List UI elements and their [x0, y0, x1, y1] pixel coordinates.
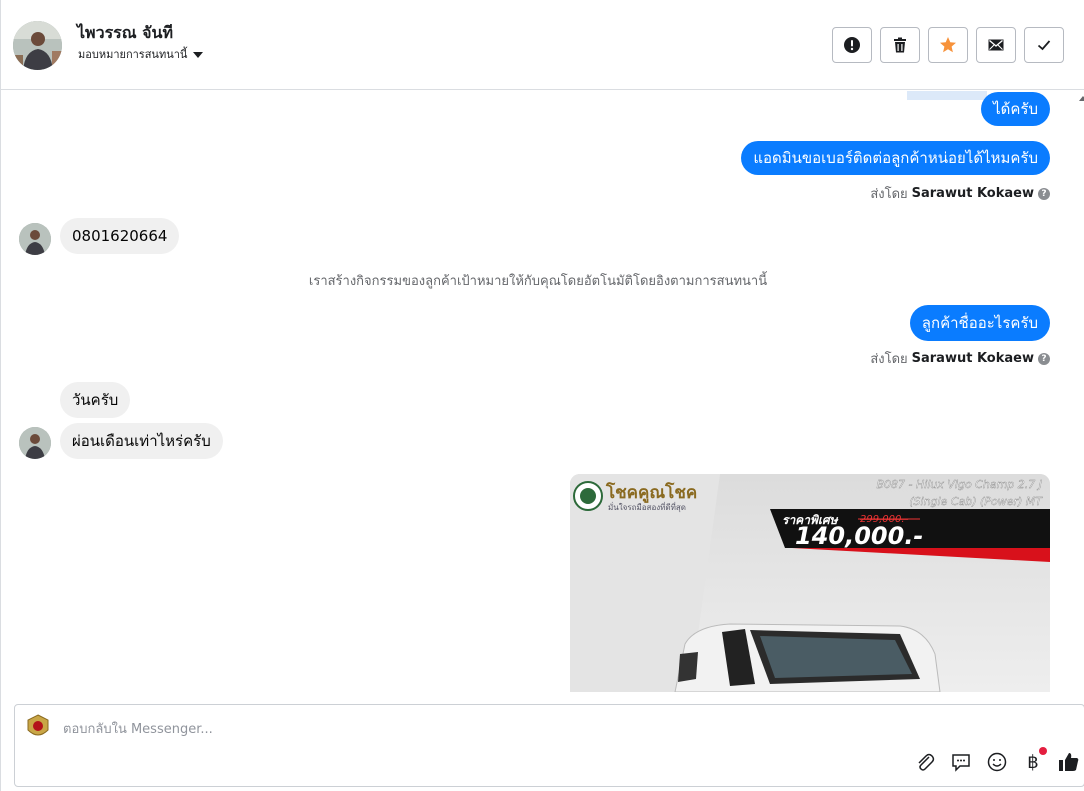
paperclip-icon	[918, 753, 935, 771]
contact-avatar[interactable]	[13, 21, 62, 70]
contact-name[interactable]: ไพวรรณ จันที	[77, 21, 173, 46]
incoming-message[interactable]: ผ่อนเดือนเท่าไหร่ครับ	[60, 423, 223, 459]
page-avatar	[25, 713, 51, 741]
sent-by-label: ส่งโดย Sarawut Kokaew ?	[870, 348, 1050, 369]
payment-button[interactable]: ฿	[1022, 747, 1047, 773]
baht-icon: ฿	[1027, 751, 1039, 773]
thumbs-up-icon	[1059, 753, 1079, 771]
question-icon[interactable]: ?	[1038, 187, 1050, 200]
sent-by-prefix: ส่งโดย	[870, 187, 908, 202]
brand-name: โชคคูณโชค	[605, 482, 697, 504]
emoji-button[interactable]	[986, 751, 1008, 773]
conversation-actions	[832, 27, 1064, 63]
mark-unread-button[interactable]	[976, 27, 1016, 63]
incoming-message[interactable]: 0801620664	[60, 218, 180, 254]
sent-by-prefix: ส่งโดย	[870, 352, 908, 367]
previous-bubble-edge	[907, 91, 987, 100]
outgoing-message[interactable]: แอดมินขอเบอร์ติดต่อลูกค้าหน่อยได้ไหมครับ	[741, 141, 1050, 175]
like-button[interactable]	[1058, 751, 1080, 773]
brand-tagline: มั่นใจรถมือสองที่ดีที่สุด	[608, 501, 686, 512]
saved-replies-button[interactable]	[950, 751, 972, 773]
inbox-conversation: ไพวรรณ จันที มอบหมายการสนทนานี้ ได้ครับ …	[0, 0, 1084, 791]
composer-tools: ฿	[914, 747, 1084, 773]
assign-label: มอบหมายการสนทนานี้	[78, 48, 188, 61]
mark-done-button[interactable]	[1024, 27, 1064, 63]
notification-dot	[1039, 747, 1047, 755]
report-spam-button[interactable]	[832, 27, 872, 63]
contact-avatar-small[interactable]	[19, 223, 51, 255]
model-line-2: (Single Cab) (Power) MT	[909, 495, 1043, 508]
sent-by-label: ส่งโดย Sarawut Kokaew ?	[870, 183, 1050, 204]
sender-name[interactable]: Sarawut Kokaew	[912, 186, 1034, 201]
smiley-icon	[987, 752, 1007, 772]
assign-conversation-dropdown[interactable]: มอบหมายการสนทนานี้	[78, 45, 204, 63]
scroll-up-arrow-icon[interactable]	[1079, 96, 1084, 101]
outgoing-message[interactable]: ได้ครับ	[981, 92, 1050, 126]
check-icon	[1037, 40, 1051, 51]
ad-price: 140,000.-	[795, 522, 923, 550]
exclamation-icon	[844, 37, 860, 53]
attach-button[interactable]	[914, 751, 936, 773]
chevron-down-icon	[193, 51, 204, 58]
contact-avatar-small[interactable]	[19, 427, 51, 459]
sender-name[interactable]: Sarawut Kokaew	[912, 351, 1034, 366]
question-icon[interactable]: ?	[1038, 352, 1050, 365]
outgoing-message[interactable]: ลูกค้าชื่ออะไรครับ	[909, 305, 1050, 341]
model-line-1: B087 - Hilux Vigo Champ 2.7 J	[877, 478, 1042, 491]
star-icon	[940, 37, 956, 53]
star-button[interactable]	[928, 27, 968, 63]
chat-bubble-icon	[952, 754, 970, 772]
reply-composer: ฿	[14, 704, 1084, 787]
message-thread[interactable]: ได้ครับ แอดมินขอเบอร์ติดต่อลูกค้าหน่อยได…	[1, 91, 1075, 695]
delete-button[interactable]	[880, 27, 920, 63]
envelope-icon	[988, 39, 1004, 51]
car-ad-image[interactable]: โชคคูณโชค มั่นใจรถมือสองที่ดีที่สุด B087…	[570, 474, 1050, 692]
conversation-header: ไพวรรณ จันที มอบหมายการสนทนานี้	[1, 0, 1084, 90]
trash-icon	[894, 37, 906, 53]
system-note: เราสร้างกิจกรรมของลูกค้าเป้าหมายให้กับคุ…	[308, 274, 768, 289]
reply-input[interactable]	[63, 717, 763, 741]
incoming-message[interactable]: วันครับ	[60, 382, 131, 418]
